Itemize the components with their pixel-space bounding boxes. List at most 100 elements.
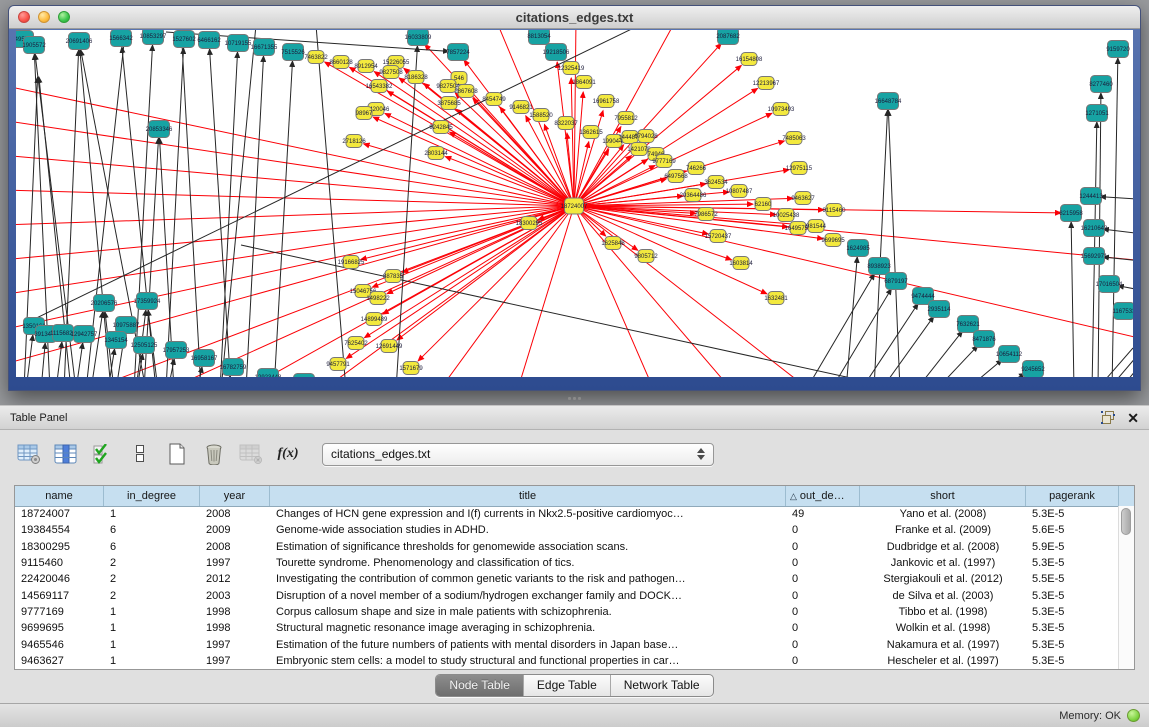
graph-node-label: 62160 [755,202,772,208]
graph-edge[interactable] [166,48,184,377]
graph-edge[interactable] [888,110,900,377]
graph-node-label: 1625848 [601,241,625,247]
graph-edge[interactable] [881,316,934,377]
scrollbar-thumb[interactable] [1121,508,1131,535]
graph-edge[interactable] [861,304,918,377]
graph-edge[interactable] [16,206,574,225]
graph-edge[interactable] [1103,229,1133,235]
table-row[interactable]: 1872400712008Changes of HCN gene express… [15,506,1119,522]
panel-splitter-handle[interactable] [566,395,582,402]
network-canvas[interactable]: 1495572190557220691406156634210853297152… [16,30,1133,377]
table-cell: 1998 [200,606,270,618]
graph-node-label: 19218506 [543,50,570,56]
graph-edge[interactable] [16,206,574,365]
float-panel-icon[interactable] [1101,411,1115,424]
column-header-short[interactable]: short [860,486,1026,506]
graph-edge[interactable] [516,206,574,377]
graph-edge[interactable] [966,360,1002,377]
graph-node-label: 9777169 [652,159,676,165]
graph-edge[interactable] [91,312,103,377]
table-row[interactable]: 1830029562008Estimation of significance … [15,539,1119,555]
table-cell: 2008 [200,508,270,520]
table-row[interactable]: 969969511998Structural magnetic resonanc… [15,620,1119,636]
tab-network-table[interactable]: Network Table [611,675,713,696]
column-header-pagerank[interactable]: pagerank [1026,486,1119,506]
column-header-name[interactable]: name [15,486,104,506]
table-cell: 5.3E-5 [1026,557,1119,569]
column-header-title[interactable]: title [270,486,786,506]
graph-node-label: 10853297 [140,34,167,40]
graph-edge[interactable] [450,132,574,206]
graph-edge[interactable] [316,30,346,377]
graph-edge[interactable] [1106,348,1133,377]
graph-edge[interactable] [220,52,238,377]
graph-edge[interactable] [1100,197,1133,200]
delete-column-icon[interactable] [201,442,227,466]
graph-edge[interactable] [346,206,574,358]
graph-node-label: 10975887 [113,323,140,329]
graph-edge[interactable] [473,98,574,206]
column-select-icon[interactable] [53,442,79,466]
graph-edge[interactable] [361,206,574,260]
graph-edge[interactable] [236,206,574,377]
graph-edge[interactable] [806,274,874,377]
graph-edge[interactable] [56,342,62,377]
window-titlebar[interactable]: citations_edges.txt [9,6,1140,29]
function-builder-icon[interactable]: f(x) [275,442,301,466]
table-row[interactable]: 1938455462009Genome-wide association stu… [15,522,1119,538]
graph-edge[interactable] [846,257,857,377]
table-cell: Tibbo et al. (1998) [860,606,1026,618]
column-header-in_degree[interactable]: in_degree [104,486,200,506]
table-row[interactable]: 977716911998Corpus callosum shape and si… [15,604,1119,620]
graph-edge[interactable] [1103,257,1133,262]
column-header-out_de[interactable]: △out_de… [786,486,860,506]
graph-edge[interactable] [76,343,83,377]
graph-edge[interactable] [221,30,256,377]
graph-node-label: 981544 [806,224,827,230]
graph-edge[interactable] [16,206,574,260]
import-table-icon[interactable] [238,442,264,466]
graph-edge[interactable] [996,373,1025,377]
tab-node-table[interactable]: Node Table [436,675,524,696]
column-header-year[interactable]: year [200,486,270,506]
table-row[interactable]: 946554611997Estimation of the future num… [15,636,1119,652]
table-cell: Jankovic et al. (1997) [860,557,1026,569]
zoom-window-button[interactable] [58,11,70,23]
table-row[interactable]: 946362711997Embryonic stem cells: a mode… [15,653,1119,669]
table-cell: 2009 [200,524,270,536]
graph-edge[interactable] [1071,222,1074,377]
table-row[interactable]: 911546021997Tourette syndrome. Phenomeno… [15,555,1119,571]
graph-edge[interactable] [574,206,656,377]
minimize-window-button[interactable] [38,11,50,23]
graph-node-label: 9699695 [821,238,845,244]
graph-edge[interactable] [41,343,45,377]
graph-edge[interactable] [373,117,574,206]
graph-node[interactable] [294,374,315,378]
graph-edge[interactable] [397,206,574,340]
graph-edge[interactable] [1112,58,1118,377]
table-row[interactable]: 1456911722003Disruption of a novel membe… [15,587,1119,603]
graph-edge[interactable] [210,49,231,377]
table-cell: 9777169 [15,606,104,618]
table-settings-icon[interactable] [16,442,42,466]
graph-edge[interactable] [916,331,962,377]
table-selector-dropdown[interactable]: citations_edges.txt [322,443,714,466]
graph-edge[interactable] [574,43,721,206]
window-title: citations_edges.txt [516,10,634,25]
tab-edge-table[interactable]: Edge Table [524,675,611,696]
graph-edge[interactable] [936,346,978,377]
select-all-checks-icon[interactable] [90,442,116,466]
close-window-button[interactable] [18,11,30,23]
new-column-icon[interactable] [164,442,190,466]
vertical-scrollbar[interactable] [1118,506,1134,669]
table-cell: Nakamura et al. (1997) [860,639,1026,651]
graph-edge[interactable] [874,110,888,377]
graph-edge[interactable] [574,206,1133,342]
graph-edge[interactable] [181,30,201,377]
close-panel-icon[interactable]: ✕ [1127,411,1139,425]
graph-edge[interactable] [1122,364,1133,377]
row-height-icon[interactable] [127,442,153,466]
graph-edge[interactable] [274,61,292,377]
graph-edge[interactable] [445,157,574,206]
table-row[interactable]: 2242004622012Investigating the contribut… [15,571,1119,587]
